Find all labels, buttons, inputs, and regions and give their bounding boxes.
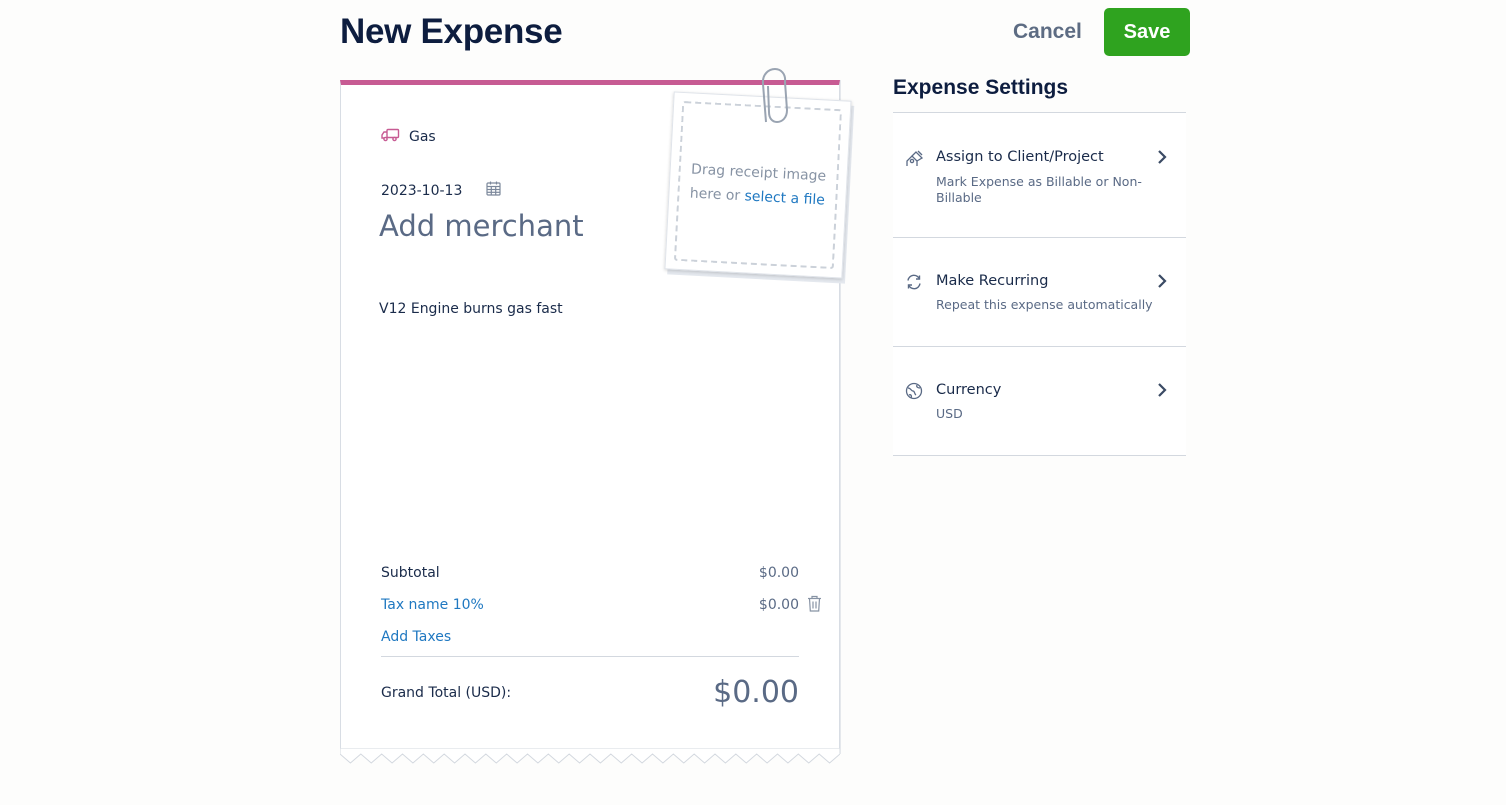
client-project-icon [905,149,924,172]
grand-total-row: Grand Total (USD): $0.00 [381,675,799,710]
merchant-input[interactable] [379,209,659,243]
grand-total-label: Grand Total (USD): [381,684,512,701]
tax-value: $0.00 [758,597,799,613]
setting-assign-client-project[interactable]: Assign to Client/Project Mark Expense as… [893,113,1186,238]
setting-label: Assign to Client/Project [936,149,1104,165]
cancel-button[interactable]: Cancel [1003,20,1092,44]
add-taxes-link[interactable]: Add Taxes [381,629,451,645]
expense-description[interactable]: V12 Engine burns gas fast [379,301,563,317]
subtotal-label: Subtotal [381,565,440,581]
currency-icon [905,382,923,404]
setting-currency[interactable]: Currency USD [893,347,1186,456]
date-value: 2023-10-13 [381,182,463,199]
add-taxes-row: Add Taxes [381,621,799,653]
totals-divider [381,656,799,657]
subtotal-value: $0.00 [758,565,799,581]
page-title: New Expense [340,12,563,51]
category-label: Gas [409,129,436,145]
select-file-link[interactable]: select a file [744,188,825,208]
setting-description: USD [936,406,963,421]
setting-description: Mark Expense as Billable or Non-Billable [936,174,1142,205]
trash-icon[interactable] [807,595,822,616]
paperclip-icon [761,67,789,124]
recurring-icon [905,273,923,295]
subtotal-row: Subtotal $0.00 [381,557,799,589]
grand-total-value: $0.00 [713,675,799,710]
expense-settings-list: Assign to Client/Project Mark Expense as… [893,112,1186,456]
truck-icon [381,128,400,146]
expense-settings-title: Expense Settings [893,76,1069,99]
chevron-right-icon [1157,149,1167,169]
setting-description: Repeat this expense automatically [936,297,1153,312]
receipt-torn-edge [340,748,840,764]
category-selector[interactable]: Gas [381,128,436,146]
setting-label: Currency [936,382,1002,398]
date-field[interactable]: 2023-10-13 [381,181,501,200]
chevron-right-icon [1157,273,1167,293]
setting-label: Make Recurring [936,273,1049,289]
chevron-right-icon [1157,382,1167,402]
tax-row: Tax name 10% $0.00 [381,589,799,621]
totals-section: Subtotal $0.00 Tax name 10% $0.00 Add Ta… [381,557,821,653]
tax-name-link[interactable]: Tax name 10% [381,597,484,613]
setting-make-recurring[interactable]: Make Recurring Repeat this expense autom… [893,238,1186,347]
calendar-icon[interactable] [486,181,501,200]
save-button[interactable]: Save [1104,8,1190,56]
